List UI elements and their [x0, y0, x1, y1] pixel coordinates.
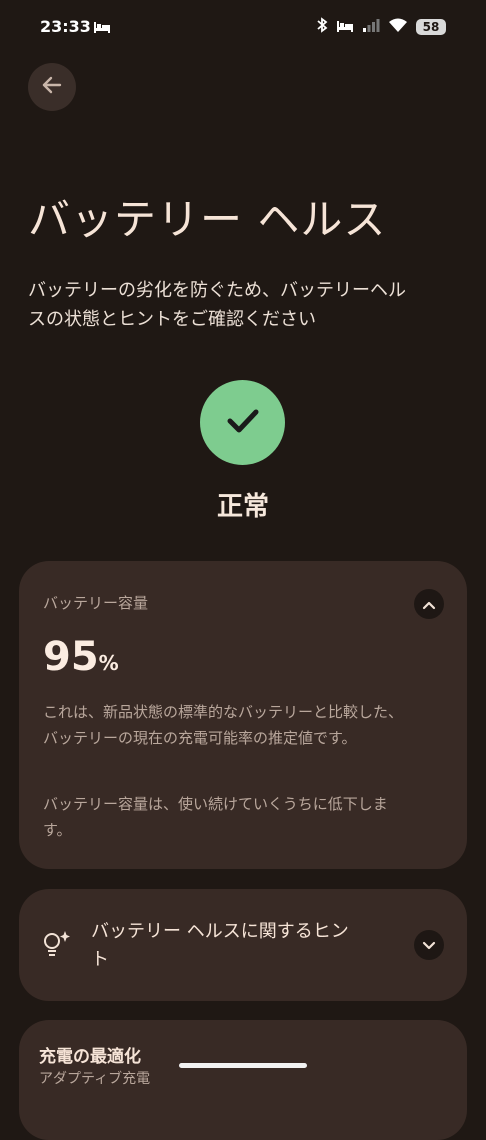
capacity-label: バッテリー容量	[43, 594, 149, 612]
wifi-icon	[388, 17, 408, 37]
page-title: バッテリー ヘルス	[28, 195, 387, 244]
battery-capacity-card: バッテリー容量 95% これは、新品状態の標準的なバッテリーと比較した、バッテリ…	[19, 561, 467, 869]
signal-icon	[362, 17, 380, 37]
check-icon	[226, 407, 260, 439]
arrow-left-icon	[41, 74, 63, 100]
status-time: 23:33	[40, 17, 91, 36]
capacity-unit: %	[98, 651, 119, 675]
tips-title: バッテリー ヘルスに関するヒント	[91, 921, 349, 970]
capacity-number: 95	[43, 634, 99, 680]
capacity-value: 95%	[43, 634, 119, 680]
page-description: バッテリーの劣化を防ぐため、バッテリーヘルスの状態とヒントをご確認ください	[28, 280, 406, 330]
home-indicator[interactable]	[179, 1063, 307, 1068]
battery-icon: 58	[416, 19, 446, 35]
capacity-note: バッテリー容量は、使い続けていくうちに低下します。	[43, 795, 388, 839]
status-icons: 58	[316, 16, 446, 38]
battery-tips-card[interactable]: バッテリー ヘルスに関するヒント	[19, 889, 467, 1001]
chevron-up-icon	[422, 595, 436, 614]
expand-button[interactable]	[414, 930, 444, 960]
chevron-down-icon	[422, 936, 436, 955]
lightbulb-icon	[41, 929, 71, 963]
status-bar: 23:33 58	[0, 0, 486, 56]
charging-optimization-card[interactable]: 充電の最適化 アダプティブ充電	[19, 1020, 467, 1140]
health-status-text: 正常	[216, 492, 269, 522]
bluetooth-icon	[316, 17, 328, 37]
collapse-button[interactable]	[414, 589, 444, 619]
health-status-badge	[200, 380, 285, 465]
bed-icon	[93, 19, 111, 38]
back-button[interactable]	[28, 63, 76, 111]
optimize-subtitle: アダプティブ充電	[39, 1071, 151, 1087]
optimize-title: 充電の最適化	[39, 1047, 141, 1067]
capacity-description: これは、新品状態の標準的なバッテリーと比較した、バッテリーの現在の充電可能率の推…	[43, 703, 404, 747]
bed-icon	[336, 18, 354, 37]
